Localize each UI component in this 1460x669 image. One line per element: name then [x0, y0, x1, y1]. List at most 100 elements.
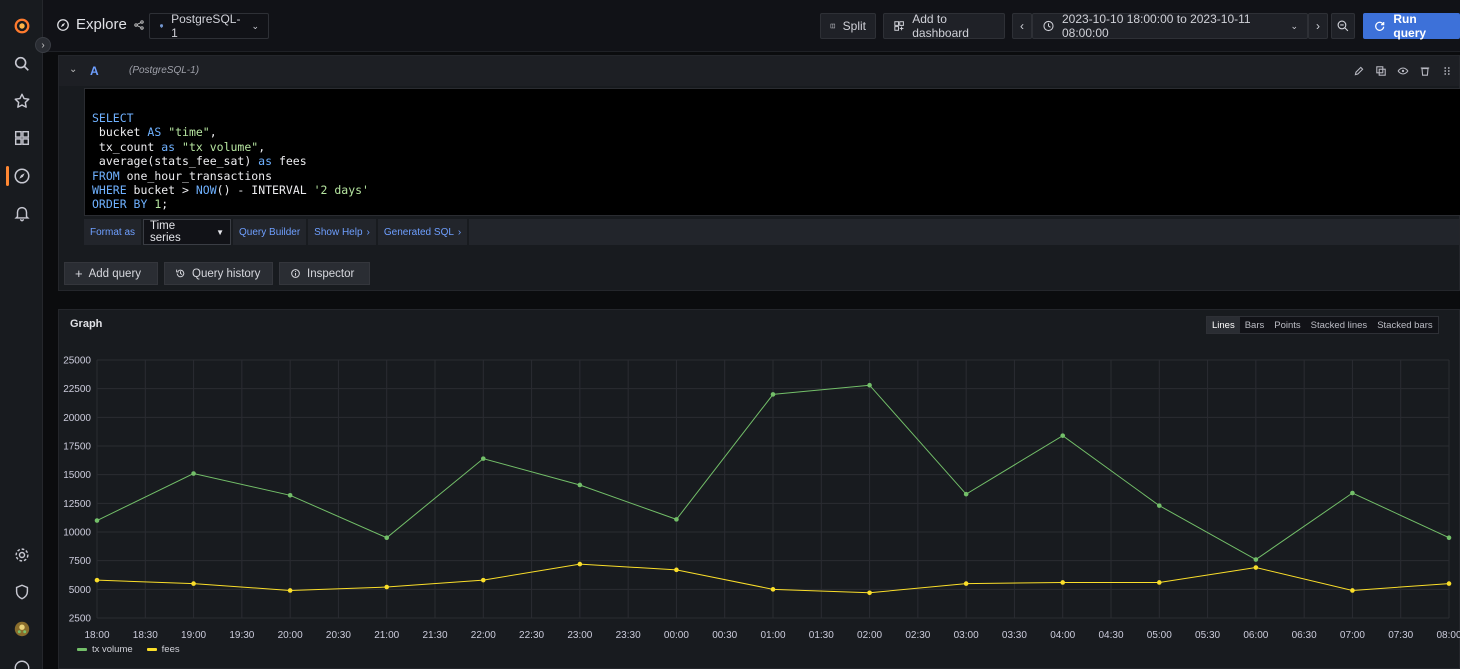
x-tick-label: 05:30: [1195, 630, 1220, 641]
x-tick-label: 04:00: [1050, 630, 1075, 641]
x-tick-label: 22:00: [471, 630, 496, 641]
graph-type-lines[interactable]: Lines: [1207, 317, 1240, 333]
chevron-left-icon: ‹: [1020, 19, 1024, 33]
chevron-right-icon: ›: [457, 226, 462, 238]
time-shift-back-button[interactable]: ‹: [1012, 13, 1032, 39]
x-tick-label: 02:30: [905, 630, 930, 641]
x-tick-label: 23:30: [616, 630, 641, 641]
x-tick-label: 05:00: [1147, 630, 1172, 641]
data-point: [1156, 580, 1162, 585]
alerting-bell-icon[interactable]: [11, 202, 33, 224]
postgresql-icon: [160, 24, 164, 28]
shield-icon[interactable]: [11, 581, 33, 603]
duplicate-icon[interactable]: [1374, 64, 1387, 77]
legend-item[interactable]: tx volume: [77, 644, 133, 655]
query-builder-button[interactable]: Query Builder: [233, 219, 307, 245]
explore-compass-icon: [57, 18, 69, 31]
data-point: [1253, 565, 1259, 570]
data-point: [1446, 535, 1452, 541]
x-tick-label: 01:30: [809, 630, 834, 641]
y-tick-label: 25000: [63, 356, 91, 367]
edit-icon[interactable]: [1352, 64, 1365, 77]
dashboards-icon[interactable]: [11, 127, 33, 149]
y-tick-label: 20000: [63, 413, 91, 424]
split-button[interactable]: Split: [820, 13, 876, 39]
data-point: [384, 535, 390, 541]
graph-type-points[interactable]: Points: [1269, 317, 1305, 333]
gear-icon[interactable]: [11, 544, 33, 566]
data-point: [1156, 503, 1162, 508]
time-range-text: 2023-10-10 18:00:00 to 2023-10-11 08:00:…: [1061, 12, 1251, 40]
data-point: [674, 517, 679, 522]
legend-item[interactable]: fees: [146, 644, 180, 655]
data-point: [480, 577, 486, 583]
zoom-out-icon: [1337, 20, 1349, 32]
data-point: [94, 518, 100, 523]
help-icon[interactable]: [11, 657, 33, 669]
data-point: [963, 491, 969, 497]
trash-icon[interactable]: [1418, 64, 1431, 77]
collapse-chevron-icon[interactable]: ⌄: [69, 64, 77, 75]
graph-panel: 2500 5000 7500 10000 12500 15000 17500 20000 225…: [58, 309, 1460, 669]
add-query-label: Add query: [88, 267, 142, 280]
y-tick-label: 22500: [63, 384, 91, 395]
search-icon[interactable]: [11, 53, 33, 75]
query-history-button[interactable]: Query history: [164, 262, 273, 285]
data-point: [963, 581, 969, 586]
chevron-down-icon: ⌄: [251, 20, 259, 31]
query-ref-id[interactable]: A: [90, 64, 99, 78]
time-range-picker[interactable]: 2023-10-10 18:00:00 to 2023-10-11 08:00:…: [1032, 12, 1308, 40]
graph-type-switcher: Lines Bars Points Stacked lines Stacked bars: [1206, 316, 1439, 334]
y-tick-label: 2500: [69, 614, 92, 625]
sidebar: [0, 0, 43, 669]
info-icon: [291, 269, 300, 278]
inspector-button[interactable]: Inspector: [279, 262, 370, 285]
sidebar-toggle-chevron-icon[interactable]: ›: [35, 37, 51, 53]
run-query-button[interactable]: Run query: [1363, 12, 1460, 40]
graph-type-stacked-bars[interactable]: Stacked bars: [1372, 317, 1437, 333]
options-bar-fill: [469, 219, 1459, 245]
datasource-picker[interactable]: PostgreSQL-1 ⌄: [149, 12, 269, 40]
page-title: Explore: [56, 16, 145, 33]
x-tick-label: 03:30: [1002, 630, 1027, 641]
explore-toolbar: Explore PostgreSQL-1 ⌄ Split Add to dash…: [43, 0, 1460, 52]
x-tick-label: 19:00: [181, 630, 206, 641]
graph-type-stacked-lines[interactable]: Stacked lines: [1306, 317, 1373, 333]
grafana-logo-icon[interactable]: [11, 15, 33, 37]
add-to-dashboard-button[interactable]: Add to dashboard: [883, 12, 1005, 40]
y-tick-label: 5000: [69, 585, 92, 596]
drag-handle-icon[interactable]: [1440, 64, 1453, 77]
sql-code-editor[interactable]: SELECT bucket AS "time", tx_count as "tx…: [84, 88, 1460, 216]
data-point: [1253, 557, 1259, 562]
generated-sql-button[interactable]: Generated SQL ›: [377, 219, 468, 245]
y-tick-label: 15000: [63, 470, 91, 481]
data-point: [1060, 433, 1066, 438]
inspector-label: Inspector: [307, 267, 355, 280]
data-point: [1446, 581, 1452, 586]
legend-label: fees: [161, 644, 180, 655]
zoom-out-button[interactable]: [1331, 13, 1355, 39]
explore-compass-icon[interactable]: [11, 165, 33, 187]
show-help-button[interactable]: Show Help ›: [308, 219, 376, 245]
x-tick-label: 22:30: [519, 630, 544, 641]
x-tick-label: 02:00: [857, 630, 882, 641]
split-label: Split: [842, 19, 866, 33]
query-editor-panel: ⌄ A (PostgreSQL-1) SELECT bucket AS "tim…: [58, 55, 1460, 291]
share-icon[interactable]: [133, 19, 145, 31]
timeseries-chart[interactable]: 2500 5000 7500 10000 12500 15000 17500 20000 225…: [59, 310, 1460, 669]
avatar[interactable]: [11, 618, 33, 640]
x-tick-label: 06:30: [1292, 630, 1317, 641]
time-shift-forward-button[interactable]: ›: [1308, 13, 1328, 39]
format-as-select[interactable]: Time series ▼: [143, 219, 232, 245]
refresh-icon: [1375, 21, 1385, 31]
data-point: [770, 587, 776, 592]
active-nav-indicator: [6, 166, 9, 186]
data-point: [577, 482, 583, 488]
data-point: [770, 392, 776, 397]
star-icon[interactable]: [11, 90, 33, 112]
x-tick-label: 18:30: [133, 630, 158, 641]
eye-icon[interactable]: [1396, 64, 1409, 77]
graph-type-bars[interactable]: Bars: [1240, 317, 1270, 333]
add-query-button[interactable]: + Add query: [64, 262, 158, 285]
x-tick-label: 00:00: [664, 630, 689, 641]
